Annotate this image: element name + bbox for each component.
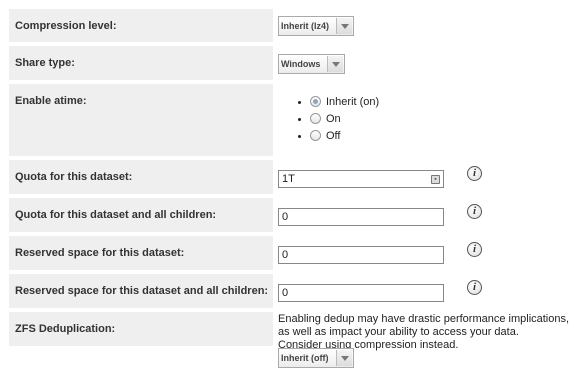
share-type-label: Share type: [9,46,273,80]
atime-option-label: Off [326,130,341,142]
atime-radio-group: Inherit (on) On Off [310,96,379,147]
quota-input[interactable]: 1T ▪ [278,170,444,188]
share-type-value: Windows [281,59,321,69]
reserved-space-input[interactable]: 0 [278,246,444,264]
chevron-down-icon[interactable] [327,56,343,72]
reserved-space-label: Reserved space for this dataset: [9,236,273,270]
info-icon[interactable]: i [467,280,482,295]
atime-option-inherit[interactable]: Inherit (on) [310,96,379,113]
zfs-dedup-label: ZFS Deduplication: [9,312,273,346]
quota-children-label: Quota for this dataset and all children: [9,198,273,232]
dedup-warning-line: as well as impact your ability to access… [278,326,519,338]
compression-level-select[interactable]: Inherit (lz4) [278,16,354,36]
quota-label: Quota for this dataset: [9,160,273,194]
share-type-select[interactable]: Windows [278,54,345,74]
atime-option-on[interactable]: On [310,113,379,130]
reserved-space-children-label: Reserved space for this dataset and all … [9,274,273,308]
chevron-down-icon[interactable] [336,350,352,366]
atime-option-label: On [326,113,341,125]
info-icon[interactable]: i [467,166,482,181]
atime-option-off[interactable]: Off [310,130,379,147]
dedup-warning-line: Enabling dedup may have drastic performa… [278,313,570,325]
info-icon[interactable]: i [467,242,482,257]
radio-button[interactable] [310,113,321,124]
zfs-dedup-select[interactable]: Inherit (off) [278,348,354,368]
radio-button[interactable] [310,96,321,107]
reserved-space-children-value: 0 [282,287,289,299]
reserved-space-children-input[interactable]: 0 [278,284,444,302]
chevron-down-icon[interactable] [336,18,352,34]
zfs-dedup-value: Inherit (off) [281,353,329,363]
reserved-space-value: 0 [282,249,289,261]
compression-level-value: Inherit (lz4) [281,21,330,31]
quota-children-input[interactable]: 0 [278,208,444,226]
radio-button[interactable] [310,130,321,141]
enable-atime-label: Enable atime: [9,84,273,156]
dedup-warning-text: Enabling dedup may have drastic performa… [278,313,574,352]
atime-option-label: Inherit (on) [326,96,380,108]
quota-children-value: 0 [282,211,289,223]
quota-value: 1T [282,173,295,185]
lock-icon: ▪ [431,174,440,184]
compression-level-label: Compression level: [9,9,273,42]
info-icon[interactable]: i [467,204,482,219]
